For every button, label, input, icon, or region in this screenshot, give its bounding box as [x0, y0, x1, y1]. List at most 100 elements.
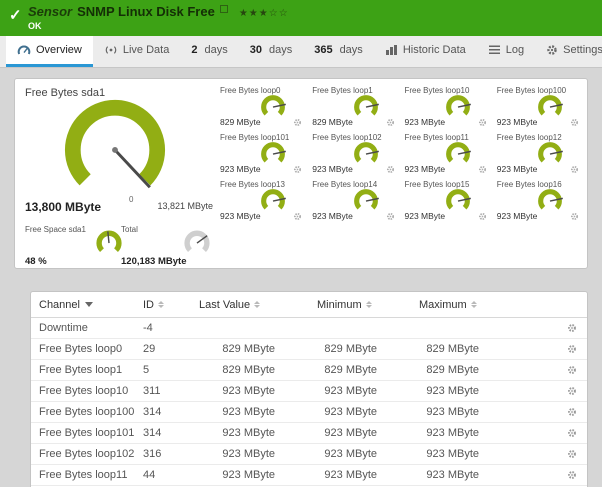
channel-settings-icon[interactable]	[386, 212, 395, 221]
mini-gauge	[538, 95, 563, 116]
edit-channel-icon[interactable]	[567, 449, 577, 459]
ok-check-icon: ✓	[9, 7, 22, 24]
edit-channel-icon[interactable]	[567, 470, 577, 480]
mini-gauge-value: 829 MByte	[220, 117, 261, 127]
mini-gauge-value: 923 MByte	[404, 117, 446, 127]
mini-gauge-tile: Free Bytes loop12 923 MByte	[491, 130, 583, 177]
channel-last-value: 923 MByte	[222, 406, 275, 418]
sensor-status-bar: ✓ Sensor SNMP Linux Disk Free ★★★☆☆ OK	[0, 0, 602, 36]
channel-id: 44	[143, 469, 156, 481]
table-row: Free Bytes loop100 314 923 MByte 923 MBy…	[31, 402, 587, 423]
channel-minimum: 829 MByte	[324, 364, 377, 376]
mini-gauge	[538, 142, 563, 163]
tab-label: Live Data	[122, 44, 170, 56]
channel-last-value: 829 MByte	[222, 343, 275, 355]
channel-settings-icon[interactable]	[478, 118, 487, 127]
tab-log[interactable]: Log	[477, 36, 535, 67]
column-header-last-value[interactable]: Last Value	[199, 299, 317, 311]
gauge-scale-max: 13,821 MByte	[157, 201, 213, 211]
channel-minimum: 923 MByte	[324, 469, 377, 481]
gauge-icon	[17, 45, 31, 55]
channel-maximum: 923 MByte	[426, 448, 479, 460]
channel-settings-icon[interactable]	[478, 165, 487, 174]
mini-gauge	[261, 95, 287, 116]
column-header-channel[interactable]: Channel	[39, 299, 143, 311]
column-header-id[interactable]: ID	[143, 299, 199, 311]
channel-last-value: 923 MByte	[222, 469, 275, 481]
tab-label: Log	[505, 44, 525, 56]
channel-maximum: 923 MByte	[426, 469, 479, 481]
mini-gauge-tile: Free Bytes loop0 829 MByte	[214, 83, 306, 130]
channel-maximum: 829 MByte	[426, 343, 479, 355]
channel-last-value: 923 MByte	[222, 427, 275, 439]
sort-arrows-icon	[470, 301, 477, 308]
channel-settings-icon[interactable]	[570, 165, 579, 174]
channel-settings-icon[interactable]	[570, 118, 579, 127]
channel-settings-icon[interactable]	[293, 212, 302, 221]
channel-id: 314	[143, 427, 162, 439]
mini-gauge	[445, 189, 471, 210]
mini-gauge-tile: Free Bytes loop100 923 MByte	[491, 83, 583, 130]
gear-icon	[547, 45, 557, 55]
channel-name: Free Bytes loop0	[39, 343, 123, 355]
primary-gauge-tile: Free Bytes sda1 13,800 MByte 0 13,821 MB…	[15, 79, 215, 229]
mini-gauge	[353, 142, 379, 163]
tab-365-days[interactable]: 365 days	[303, 36, 374, 67]
edit-channel-icon[interactable]	[567, 386, 577, 396]
mini-gauge	[445, 95, 471, 116]
channel-last-value: 829 MByte	[222, 364, 275, 376]
column-header-maximum[interactable]: Maximum	[419, 299, 521, 311]
channel-table: Channel ID Last Value Minimum Maximum Do…	[30, 291, 588, 487]
mini-gauge-tile: Free Bytes loop13 923 MByte	[214, 177, 306, 224]
status-badge: OK	[28, 21, 42, 31]
table-row: Free Bytes loop102 316 923 MByte 923 MBy…	[31, 444, 587, 465]
edit-channel-icon[interactable]	[567, 323, 577, 333]
sort-caret-icon	[84, 302, 93, 307]
mini-gauge-value: 923 MByte	[496, 117, 538, 127]
channel-id: 5	[143, 364, 150, 376]
channel-id: -4	[143, 322, 153, 334]
channel-settings-icon[interactable]	[386, 165, 395, 174]
log-list-icon	[488, 45, 500, 54]
mini-gauge-value: 923 MByte	[312, 211, 353, 221]
tab-value: 365	[314, 44, 333, 56]
tab-unit: days	[268, 44, 293, 56]
channel-name: Free Bytes loop10	[39, 385, 129, 397]
channel-settings-icon[interactable]	[478, 212, 487, 221]
sensor-overview-content: Free Bytes sda1 13,800 MByte 0 13,821 MB…	[0, 68, 602, 487]
channel-maximum: 923 MByte	[426, 427, 479, 439]
tab-30-days[interactable]: 30 days	[239, 36, 304, 67]
priority-stars[interactable]: ★★★☆☆	[239, 8, 289, 19]
tab-historic-data[interactable]: Historic Data	[374, 36, 477, 67]
sensor-name: SNMP Linux Disk Free	[77, 4, 215, 19]
edit-channel-icon[interactable]	[567, 344, 577, 354]
tab-label: Settings	[563, 44, 602, 56]
channel-settings-icon[interactable]	[293, 165, 302, 174]
table-row: Free Bytes loop0 29 829 MByte 829 MByte …	[31, 339, 587, 360]
edit-channel-icon[interactable]	[567, 407, 577, 417]
prtg-sensor-page: ✓ Sensor SNMP Linux Disk Free ★★★☆☆ OK O…	[0, 0, 602, 487]
tab-live-data[interactable]: Live Data	[93, 36, 180, 67]
live-data-icon	[105, 46, 117, 54]
edit-channel-icon[interactable]	[567, 428, 577, 438]
mini-gauge-value: 923 MByte	[404, 211, 446, 221]
tab-settings[interactable]: Settings	[535, 36, 602, 67]
channel-id: 29	[143, 343, 156, 355]
tab-unit: days	[339, 44, 363, 56]
tab-2-days[interactable]: 2 days	[180, 36, 238, 67]
channel-minimum: 923 MByte	[324, 406, 377, 418]
channel-settings-icon[interactable]	[293, 118, 302, 127]
sort-arrows-icon	[158, 301, 164, 308]
tab-overview[interactable]: Overview	[6, 36, 93, 67]
secondary-gauge-tile: Free Space sda1 48 %	[25, 225, 129, 269]
channel-id: 316	[143, 448, 162, 460]
channel-settings-icon[interactable]	[570, 212, 579, 221]
primary-gauge	[64, 99, 166, 189]
edit-channel-icon[interactable]	[567, 365, 577, 375]
channel-name: Free Bytes loop100	[39, 406, 135, 418]
mini-gauge-value: 923 MByte	[404, 164, 446, 174]
column-header-minimum[interactable]: Minimum	[317, 299, 419, 311]
mini-gauge-tile: Free Bytes loop11 923 MByte	[399, 130, 491, 177]
channel-last-value: 923 MByte	[222, 385, 275, 397]
channel-settings-icon[interactable]	[386, 118, 395, 127]
